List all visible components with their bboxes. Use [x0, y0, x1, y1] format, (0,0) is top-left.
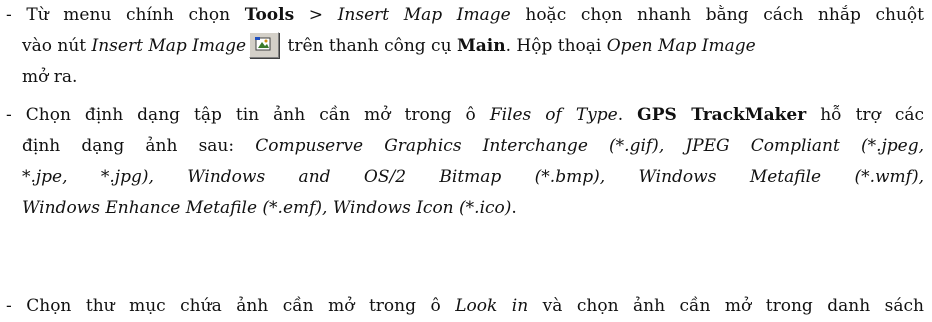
paragraph-look-in: - Chọn thư mục chứa ảnh cần mở trong ô L…	[6, 291, 924, 322]
insert-map-image-icon	[250, 36, 278, 53]
button-name-label: Insert Map Image	[91, 36, 247, 56]
text: .	[617, 105, 638, 125]
menu-tools-label: Tools	[244, 5, 295, 25]
format-list: *.jpe, *.jpg), Windows and OS/2 Bitmap (…	[22, 167, 924, 187]
paragraph-line: *.jpe, *.jpg), Windows and OS/2 Bitmap (…	[6, 162, 924, 193]
paragraph-line: Windows Enhance Metafile (*.emf), Window…	[6, 193, 924, 224]
text: mở ra.	[22, 67, 78, 87]
paragraph-file-types: - Chọn định dạng tập tin ảnh cần mở tron…	[6, 100, 924, 224]
text: >	[294, 5, 338, 25]
text: định dạng ảnh sau:	[22, 136, 256, 156]
paragraph-line: định dạng ảnh sau: Compuserve Graphics I…	[6, 131, 924, 162]
text: .	[511, 198, 517, 218]
menu-insert-map-image-label: Insert Map Image	[337, 5, 511, 25]
format-list: Windows Enhance Metafile (*.emf), Window…	[22, 198, 512, 218]
text: hoặc chọn nhanh bằng cách nhắp chuột	[510, 5, 924, 25]
text: . Hộp thoại	[505, 36, 607, 56]
paragraph-line: - Từ menu chính chọn Tools > Insert Map …	[6, 0, 924, 31]
paragraph-line: mở ra.	[6, 62, 924, 93]
text: - Từ menu chính chọn	[6, 5, 245, 25]
format-list: Compuserve Graphics Interchange (*.gif),…	[255, 136, 924, 156]
dialog-name-label: Open Map Image	[606, 36, 756, 56]
paragraph-insert-map-image: - Từ menu chính chọn Tools > Insert Map …	[6, 0, 924, 93]
text: và chọn ảnh cần mở trong danh sách	[528, 296, 924, 316]
paragraph-line: - Chọn thư mục chứa ảnh cần mở trong ô L…	[6, 291, 924, 322]
text: - Chọn thư mục chứa ảnh cần mở trong ô	[6, 296, 456, 316]
product-name: GPS TrackMaker	[637, 105, 807, 125]
paragraph-line: vào nút Insert Map Image trên thanh công…	[6, 31, 924, 62]
files-of-type-label: Files of Type	[489, 105, 618, 125]
text: - Chọn định dạng tập tin ảnh cần mở tron…	[6, 105, 490, 125]
insert-map-image-button[interactable]	[249, 31, 280, 58]
toolbar-main-label: Main	[456, 36, 506, 56]
text: trên thanh công cụ	[282, 36, 457, 56]
document-page: - Từ menu chính chọn Tools > Insert Map …	[0, 0, 932, 322]
paragraph-line: - Chọn định dạng tập tin ảnh cần mở tron…	[6, 100, 924, 131]
text: hỗ trợ các	[806, 105, 924, 125]
look-in-label: Look in	[455, 296, 529, 316]
text: vào nút	[22, 36, 92, 56]
